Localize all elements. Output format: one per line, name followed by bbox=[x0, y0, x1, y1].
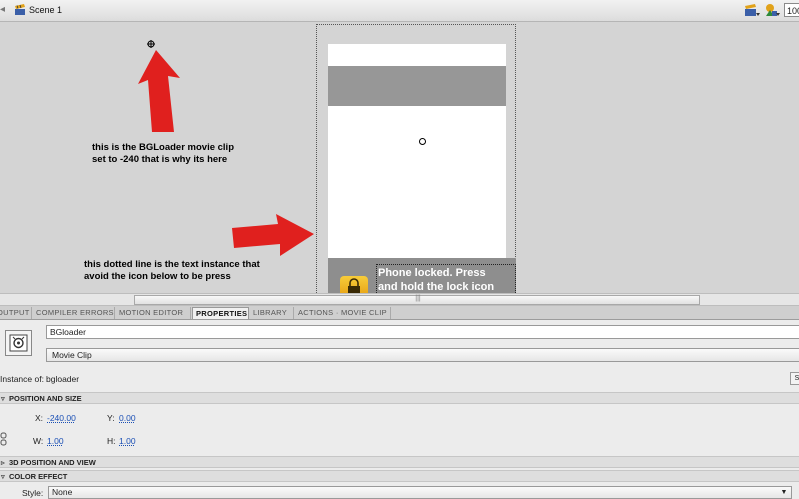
tab-motion-editor[interactable]: MOTION EDITOR bbox=[116, 307, 191, 319]
w-value[interactable]: 1.00 bbox=[47, 436, 64, 446]
padlock-icon bbox=[348, 278, 360, 293]
chevron-down-icon[interactable]: ▼ bbox=[779, 488, 789, 497]
horizontal-scrollbar[interactable]: ||| bbox=[0, 293, 799, 306]
instance-of-label: Instance of: bbox=[0, 374, 44, 384]
edit-symbols-icon[interactable] bbox=[764, 3, 780, 18]
section-title: 3D POSITION AND VIEW bbox=[9, 458, 96, 467]
grip-icon: ||| bbox=[415, 295, 421, 302]
lock-message-line: and hold the lock icon bbox=[378, 281, 495, 293]
color-style-select[interactable]: None bbox=[48, 486, 792, 499]
tab-compiler-errors[interactable]: COMPILER ERRORS bbox=[33, 307, 115, 319]
collapse-triangle-icon: ▿ bbox=[1, 394, 5, 403]
movie-clip-symbol-icon bbox=[5, 330, 32, 356]
edit-scene-icon[interactable] bbox=[744, 3, 760, 18]
collapse-triangle-icon: ▿ bbox=[1, 472, 5, 481]
section-title: COLOR EFFECT bbox=[9, 472, 68, 481]
h-value[interactable]: 1.00 bbox=[119, 436, 136, 446]
y-label: Y: bbox=[107, 413, 115, 423]
section-3d-position-and-view[interactable]: ▹ 3D POSITION AND VIEW bbox=[0, 456, 799, 468]
instance-of-value: bgloader bbox=[46, 374, 80, 384]
style-label: Style: bbox=[22, 488, 44, 498]
instance-name-input[interactable]: BGloader bbox=[46, 325, 799, 339]
lock-message: Phone locked. Press and hold the lock ic… bbox=[378, 266, 518, 293]
crosshair-icon bbox=[147, 40, 155, 48]
scene-label[interactable]: Scene 1 bbox=[29, 5, 62, 15]
symbol-type-select[interactable]: Movie Clip bbox=[46, 348, 799, 362]
scene-clapper-icon bbox=[15, 4, 25, 15]
expand-triangle-icon: ▹ bbox=[1, 458, 5, 467]
tab-library[interactable]: LIBRARY bbox=[250, 307, 294, 319]
section-color-effect[interactable]: ▿ COLOR EFFECT bbox=[0, 470, 799, 482]
registration-point-icon[interactable] bbox=[419, 138, 426, 145]
tab-output[interactable]: OUTPUT bbox=[0, 307, 32, 319]
y-value[interactable]: 0.00 bbox=[119, 413, 136, 423]
header-band[interactable] bbox=[328, 66, 506, 106]
x-value[interactable]: -240.00 bbox=[47, 413, 76, 423]
lock-message-line: Phone locked. Press bbox=[378, 267, 486, 279]
panel-tabs: OUTPUT COMPILER ERRORS MOTION EDITOR PRO… bbox=[0, 306, 799, 320]
stage-area[interactable]: this is the BGLoader movie clip set to -… bbox=[0, 22, 799, 293]
section-title: POSITION AND SIZE bbox=[9, 394, 82, 403]
annotation-text: avoid the icon below to be press bbox=[84, 271, 231, 282]
w-label: W: bbox=[33, 436, 44, 446]
section-position-and-size[interactable]: ▿ POSITION AND SIZE bbox=[0, 392, 799, 404]
zoom-input[interactable]: 100 bbox=[784, 3, 799, 17]
annotation-text: set to -240 that is why its here bbox=[92, 154, 228, 165]
h-label: H: bbox=[107, 436, 116, 446]
swap-symbol-button[interactable]: S bbox=[790, 372, 799, 385]
movie-clip-icon bbox=[9, 334, 28, 352]
red-arrow-up bbox=[138, 50, 180, 132]
red-arrow-right bbox=[232, 214, 314, 256]
tab-properties[interactable]: PROPERTIES bbox=[192, 307, 249, 319]
edit-bar: ◂ Scene 1 100 bbox=[0, 0, 799, 22]
x-label: X: bbox=[35, 413, 44, 423]
tab-actions-movie-clip[interactable]: ACTIONS · MOVIE CLIP bbox=[295, 307, 391, 319]
back-arrow-icon[interactable]: ◂ bbox=[0, 4, 6, 16]
link-proportions-icon[interactable] bbox=[0, 432, 9, 446]
